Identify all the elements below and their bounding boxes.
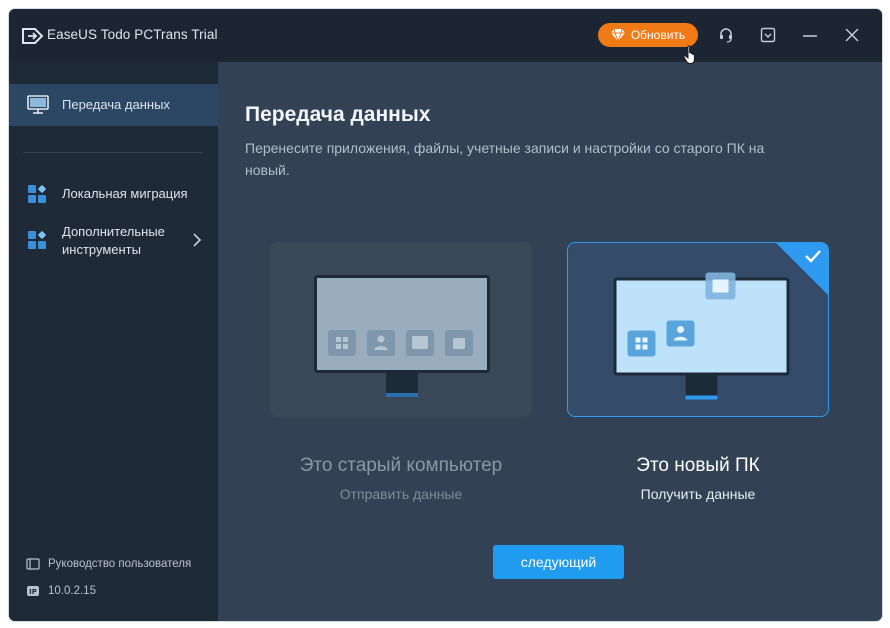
- gem-icon: [610, 29, 625, 41]
- sidebar-item-label: Передача данных: [62, 97, 170, 112]
- sidebar-item-data-transfer[interactable]: Передача данных: [9, 84, 218, 126]
- old-pc-illustration: [314, 275, 490, 397]
- upgrade-label: Обновить: [630, 28, 686, 42]
- book-icon: [26, 558, 40, 570]
- app-logo-icon: [22, 28, 44, 44]
- upgrade-button[interactable]: Обновить: [598, 23, 698, 47]
- sidebar-item-label: Локальная миграция: [62, 186, 188, 201]
- new-pc-card[interactable]: [567, 242, 829, 417]
- next-button[interactable]: следующий: [493, 545, 624, 579]
- page-title: Передача данных: [245, 103, 431, 126]
- version-icon: IP: [27, 586, 39, 596]
- selected-check-icon: [776, 243, 828, 295]
- app-title: EaseUS Todo PCTrans Trial: [47, 27, 218, 42]
- sidebar-divider: [23, 152, 203, 153]
- old-pc-subtitle: Отправить данные: [339, 486, 463, 502]
- menu-dropdown-icon[interactable]: [759, 26, 777, 44]
- user-guide-label: Руководство пользователя: [48, 558, 192, 570]
- version-info: IP 10.0.2.15: [26, 585, 96, 597]
- user-guide-link[interactable]: Руководство пользователя: [26, 558, 191, 570]
- sidebar-item-additional-tools[interactable]: Дополнительные инструменты: [9, 214, 218, 268]
- chevron-right-icon: [193, 233, 201, 247]
- close-icon[interactable]: [843, 26, 861, 44]
- old-pc-card[interactable]: [270, 242, 532, 417]
- sidebar-item-label: Дополнительные инструменты: [62, 224, 165, 257]
- sidebar: Передача данных Локальная миграция Допол…: [9, 62, 218, 621]
- app-window: EaseUS Todo PCTrans Trial Обновить Перед…: [9, 9, 882, 621]
- svg-text:IP: IP: [29, 588, 37, 596]
- sidebar-item-local-migration[interactable]: Локальная миграция: [9, 174, 218, 214]
- version-label: 10.0.2.15: [48, 585, 96, 597]
- old-pc-title: Это старый компьютер: [299, 455, 503, 476]
- tools-grid-icon: [28, 231, 46, 249]
- new-pc-subtitle: Получить данные: [640, 486, 756, 502]
- title-bar: EaseUS Todo PCTrans Trial Обновить: [9, 9, 882, 64]
- apps-grid-icon: [28, 185, 46, 203]
- page-subtitle: Перенесите приложения, файлы, учетные за…: [245, 140, 765, 178]
- monitor-icon: [27, 95, 49, 114]
- minimize-icon[interactable]: [801, 26, 819, 44]
- support-icon[interactable]: [717, 26, 735, 44]
- main-panel: Передача данных Перенесите приложения, ф…: [218, 62, 882, 621]
- new-pc-title: Это новый ПК: [636, 455, 760, 476]
